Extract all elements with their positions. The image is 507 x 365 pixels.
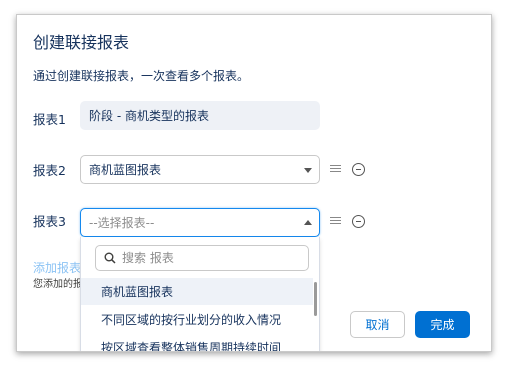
dialog-title: 创建联接报表	[33, 33, 130, 52]
report-3-select[interactable]: --选择报表--	[80, 208, 320, 237]
report-3-placeholder: --选择报表--	[89, 216, 155, 230]
report-1-value: 阶段 - 商机类型的报表	[89, 109, 209, 123]
report-search-input[interactable]	[122, 251, 302, 265]
dropdown-option[interactable]: 商机蓝图报表	[81, 278, 313, 305]
report-1-field: 阶段 - 商机类型的报表	[80, 101, 320, 130]
report-1-label: 报表1	[33, 112, 66, 127]
helper-note: 您添加的报	[33, 279, 83, 290]
dropdown-option[interactable]: 按区域查看整体销售周期持续时间	[81, 334, 313, 351]
report-dropdown-menu: 商机蓝图报表 不同区域的按行业划分的收入情况 按区域查看整体销售周期持续时间	[80, 237, 320, 351]
drag-handle-icon[interactable]	[330, 217, 341, 226]
remove-circle-icon[interactable]	[352, 215, 365, 228]
dropdown-scrollbar[interactable]	[314, 282, 317, 316]
report-3-label: 报表3	[33, 214, 66, 229]
create-joined-report-dialog: 创建联接报表 通过创建联接报表，一次查看多个报表。 报表1 阶段 - 商机类型的…	[16, 14, 492, 352]
report-2-select[interactable]: 商机蓝图报表	[80, 155, 320, 184]
done-button[interactable]: 完成	[415, 311, 470, 338]
report-2-label: 报表2	[33, 163, 66, 178]
dialog-description: 通过创建联接报表，一次查看多个报表。	[33, 69, 250, 83]
report-search-box[interactable]	[95, 245, 309, 271]
dropdown-option[interactable]: 不同区域的按行业划分的收入情况	[81, 306, 313, 333]
remove-circle-icon[interactable]	[352, 163, 365, 176]
report-2-value: 商机蓝图报表	[89, 163, 162, 177]
chevron-down-icon	[304, 167, 312, 173]
search-icon	[104, 252, 116, 264]
drag-handle-icon[interactable]	[330, 165, 341, 174]
chevron-up-icon	[304, 219, 312, 225]
cancel-button[interactable]: 取消	[350, 311, 405, 338]
add-report-link[interactable]: 添加报表	[33, 259, 81, 276]
